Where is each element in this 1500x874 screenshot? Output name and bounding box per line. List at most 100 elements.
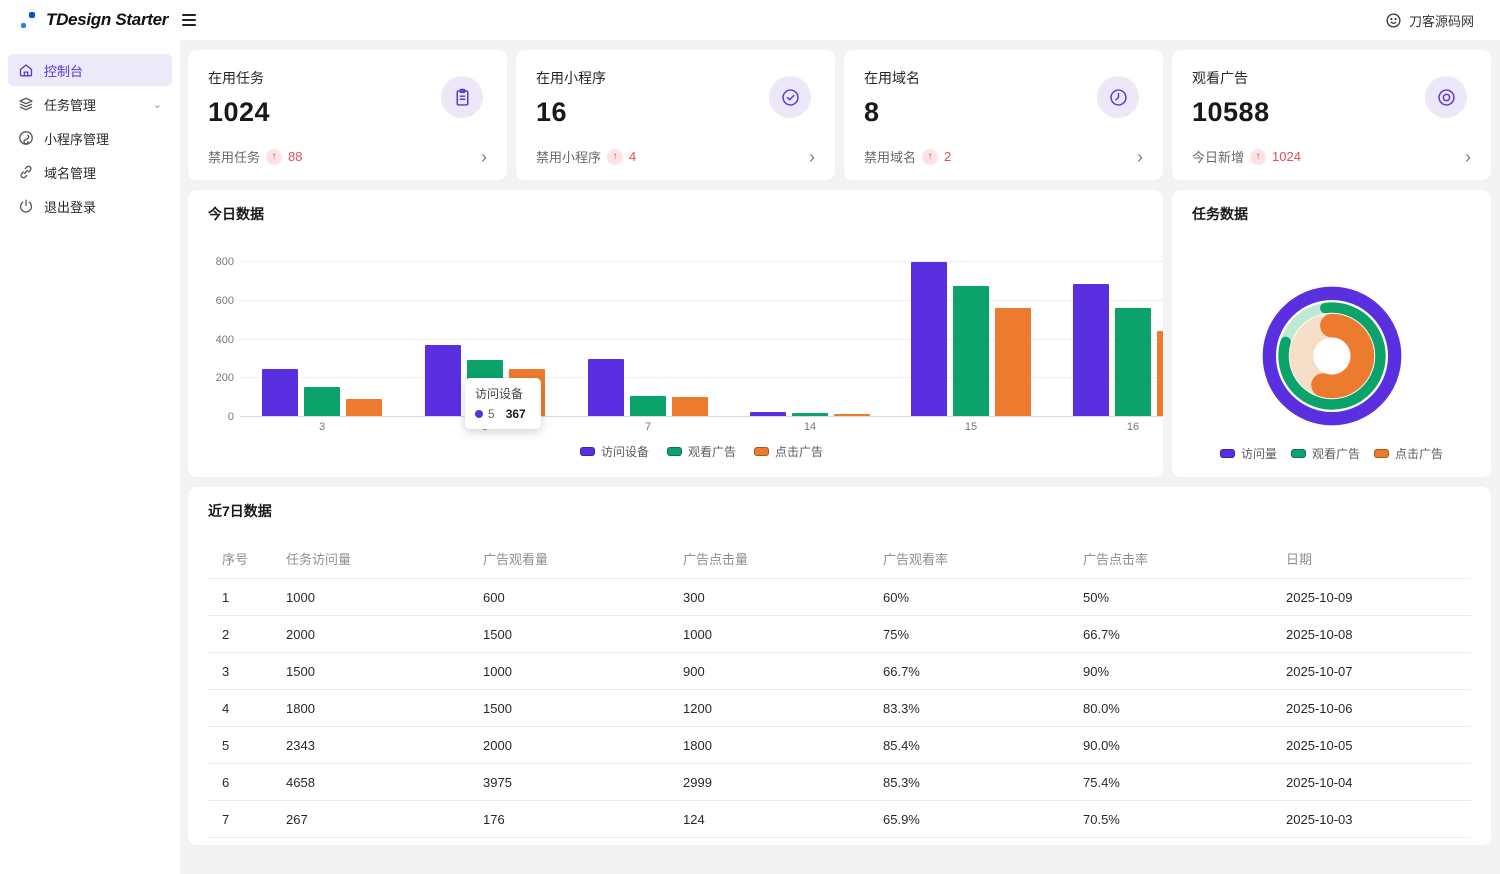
- table-cell: 2000: [272, 616, 469, 653]
- table-col-header: 广告观看率: [869, 541, 1069, 579]
- chevron-right-icon[interactable]: ›: [1137, 151, 1143, 163]
- x-axis-line: [240, 416, 1163, 417]
- legend-swatch-icon: [667, 447, 682, 456]
- table-cell: 2025-10-09: [1272, 579, 1471, 616]
- table-cell: 5: [208, 727, 272, 764]
- table-col-header: 序号: [208, 541, 272, 579]
- legend-item-访问量[interactable]: 访问量: [1220, 445, 1277, 462]
- chevron-down-icon: ⌄: [153, 98, 162, 111]
- top-header: TDesign Starter 刀客源码网: [0, 0, 1500, 40]
- layers-icon: [18, 96, 34, 112]
- stat-card-4: 观看广告10588今日新增↑1024›: [1172, 50, 1491, 180]
- legend-label: 点击广告: [1395, 445, 1443, 462]
- bar-访问设备: [1073, 284, 1109, 416]
- trend-up-icon: ↑: [922, 149, 938, 165]
- bar-点击广告: [346, 399, 382, 416]
- table-cell: 1800: [669, 727, 869, 764]
- table-cell: 1000: [669, 616, 869, 653]
- miniprogram-icon: [18, 130, 34, 146]
- x-axis-label: 14: [804, 421, 816, 433]
- table-cell: 66.7%: [1069, 616, 1272, 653]
- legend-swatch-icon: [1220, 449, 1235, 458]
- header-site-link[interactable]: 刀客源码网: [1385, 11, 1500, 30]
- sidebar-item-1[interactable]: 控制台: [8, 54, 172, 86]
- table-row: 726717612465.9%70.5%2025-10-03: [208, 801, 1471, 838]
- app-title: TDesign Starter: [46, 10, 168, 30]
- tooltip-value: 367: [506, 407, 526, 421]
- bar-点击广告: [995, 308, 1031, 416]
- table-cell: 1500: [469, 616, 669, 653]
- stat-footer-label: 禁用域名: [864, 147, 916, 166]
- bar-访问设备: [425, 345, 461, 416]
- table-cell: 600: [469, 579, 669, 616]
- bar-观看广告: [953, 286, 989, 416]
- table-cell: 90.0%: [1069, 727, 1272, 764]
- table-col-header: 广告观看量: [469, 541, 669, 579]
- legend-label: 访问设备: [601, 443, 649, 460]
- app-logo[interactable]: TDesign Starter: [0, 10, 168, 30]
- chevron-right-icon[interactable]: ›: [809, 151, 815, 163]
- sidebar-nav: 控制台任务管理⌄小程序管理域名管理退出登录: [0, 40, 180, 874]
- table-cell: 1200: [669, 690, 869, 727]
- table-cell: 900: [669, 653, 869, 690]
- legend-label: 访问量: [1241, 445, 1277, 462]
- table-cell: 85.3%: [869, 764, 1069, 801]
- table-header-row: 序号任务访问量广告观看量广告点击量广告观看率广告点击率日期: [208, 541, 1471, 579]
- today-data-panel: 今日数据 0200400600800357141516 访问设备观看广告点击广告…: [188, 190, 1163, 477]
- site-name: 刀客源码网: [1409, 11, 1474, 30]
- legend-item-点击广告[interactable]: 点击广告: [754, 443, 823, 460]
- sidebar-item-5[interactable]: 退出登录: [8, 190, 172, 222]
- legend-item-观看广告[interactable]: 观看广告: [1291, 445, 1360, 462]
- chevron-right-icon[interactable]: ›: [481, 151, 487, 163]
- table-cell: 90%: [1069, 653, 1272, 690]
- table-row: 1100060030060%50%2025-10-09: [208, 579, 1471, 616]
- table-cell: 3: [208, 653, 272, 690]
- table-cell: 1500: [469, 690, 669, 727]
- bar-group-15: [911, 262, 1031, 416]
- table-cell: 300: [669, 579, 869, 616]
- stat-card-footer: 禁用任务↑88›: [208, 147, 487, 166]
- table-cell: 2025-10-05: [1272, 727, 1471, 764]
- table-cell: 4658: [272, 764, 469, 801]
- table-row: 220001500100075%66.7%2025-10-08: [208, 616, 1471, 653]
- table-cell: 267: [272, 801, 469, 838]
- sidebar-item-2[interactable]: 任务管理⌄: [8, 88, 172, 120]
- sidebar-item-3[interactable]: 小程序管理: [8, 122, 172, 154]
- legend-swatch-icon: [1291, 449, 1306, 458]
- bar-chart-plot: 0200400600800357141516: [240, 260, 1163, 417]
- bar-chart-title: 今日数据: [208, 204, 264, 224]
- legend-item-点击广告[interactable]: 点击广告: [1374, 445, 1443, 462]
- tooltip-series-name: 访问设备: [475, 385, 531, 402]
- check-circle-icon: [769, 76, 811, 118]
- donut-chart: [1256, 280, 1408, 432]
- bar-chart-legend: 访问设备 观看广告 点击广告: [240, 443, 1163, 460]
- legend-item-访问设备[interactable]: 访问设备: [580, 443, 649, 460]
- legend-swatch-icon: [1374, 449, 1389, 458]
- stat-footer-value: 4: [629, 149, 636, 164]
- x-axis-label: 16: [1127, 421, 1139, 433]
- bar-group-3: [262, 369, 382, 416]
- table-cell: 2025-10-03: [1272, 801, 1471, 838]
- table-cell: 2000: [469, 727, 669, 764]
- link-icon: [18, 164, 34, 180]
- donut-chart-title: 任务数据: [1192, 204, 1248, 224]
- bar-group-16: [1073, 284, 1163, 416]
- table-row: 31500100090066.7%90%2025-10-07: [208, 653, 1471, 690]
- legend-item-观看广告[interactable]: 观看广告: [667, 443, 736, 460]
- stat-footer-value: 2: [944, 149, 951, 164]
- table-cell: 66.7%: [869, 653, 1069, 690]
- table-cell: 60%: [869, 579, 1069, 616]
- bar-访问设备: [588, 359, 624, 416]
- table-cell: 75%: [869, 616, 1069, 653]
- table-col-header: 日期: [1272, 541, 1471, 579]
- table-cell: 2343: [272, 727, 469, 764]
- bar-观看广告: [792, 413, 828, 416]
- bar-访问设备: [750, 412, 786, 416]
- collapse-menu-icon[interactable]: [182, 10, 202, 30]
- sidebar-item-4[interactable]: 域名管理: [8, 156, 172, 188]
- chevron-right-icon[interactable]: ›: [1465, 151, 1471, 163]
- trend-up-icon: ↑: [266, 149, 282, 165]
- table-cell: 83.3%: [869, 690, 1069, 727]
- table-col-header: 广告点击率: [1069, 541, 1272, 579]
- bar-group-7: [588, 359, 708, 416]
